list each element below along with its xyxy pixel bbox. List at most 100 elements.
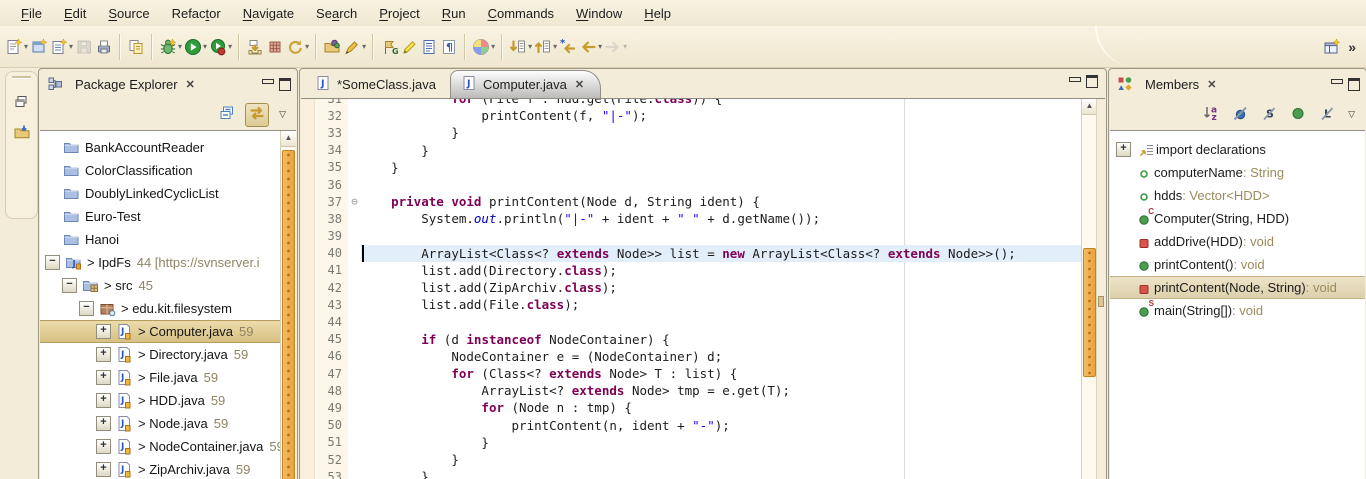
hide-fields-button[interactable] xyxy=(1229,104,1251,126)
tree-expander-icon[interactable]: − xyxy=(62,278,77,293)
new-window-button[interactable] xyxy=(29,36,49,58)
code-text[interactable]: 31 for (File f : hdd.get(File.class)) {3… xyxy=(301,98,1081,479)
tree-expander-icon[interactable]: + xyxy=(96,462,111,477)
dropdown-arrow-icon[interactable]: ▾ xyxy=(178,42,182,51)
search-button[interactable]: ▾ xyxy=(342,36,367,58)
member-computername[interactable]: computerName : String xyxy=(1110,161,1365,184)
tree-item-hanoi[interactable]: Hanoi xyxy=(40,228,281,251)
menu-search[interactable]: Search xyxy=(305,3,368,24)
menu-project[interactable]: Project xyxy=(368,3,430,24)
menu-run[interactable]: Run xyxy=(431,3,477,24)
scroll-up-arrow[interactable]: ▲ xyxy=(281,131,296,147)
synchronize-button[interactable] xyxy=(126,36,146,58)
new-wizard-button[interactable]: ▾ xyxy=(4,36,29,58)
close-icon[interactable]: ✕ xyxy=(1205,78,1218,91)
back-button[interactable]: ▾ xyxy=(578,36,603,58)
tree-item-hdd-java[interactable]: +J> HDD.java59 xyxy=(40,389,281,412)
members-list[interactable]: +import declarationscomputerName : Strin… xyxy=(1110,131,1365,479)
tab-package-explorer[interactable]: Package Explorer ✕ xyxy=(47,69,203,99)
member-computer-string-hdd[interactable]: CComputer(String, HDD) xyxy=(1110,207,1365,230)
tree-item-edu-kit-filesystem[interactable]: −> edu.kit.filesystem xyxy=(40,297,281,320)
member-hdds[interactable]: hdds : Vector<HDD> xyxy=(1110,184,1365,207)
hide-local-button[interactable]: L xyxy=(1316,104,1338,126)
dropdown-arrow-icon[interactable]: ▾ xyxy=(491,42,495,51)
member-adddrive-hdd[interactable]: addDrive(HDD) : void xyxy=(1110,230,1365,253)
menu-file[interactable]: File xyxy=(10,3,53,24)
dropdown-arrow-icon[interactable]: ▾ xyxy=(24,42,28,51)
view-menu-icon[interactable]: ▽ xyxy=(276,109,289,120)
tree-expander-icon[interactable]: − xyxy=(45,255,60,270)
refresh-button[interactable]: ▾ xyxy=(285,36,310,58)
menu-source[interactable]: Source xyxy=(97,3,160,24)
scrollbar-thumb[interactable] xyxy=(282,150,295,479)
menu-navigate[interactable]: Navigate xyxy=(232,3,305,24)
last-edit-button[interactable]: * xyxy=(558,36,578,58)
tree-item-bankaccountreader[interactable]: BankAccountReader xyxy=(40,136,281,159)
scroll-up-arrow[interactable]: ▲ xyxy=(1082,99,1097,115)
run-external-button[interactable]: ▾ xyxy=(208,36,233,58)
dropdown-arrow-icon[interactable]: ▾ xyxy=(228,42,232,51)
format-button[interactable] xyxy=(419,36,439,58)
next-annotation-button[interactable]: G xyxy=(379,36,399,58)
next-nav-button[interactable]: ▾ xyxy=(508,36,533,58)
print-button[interactable] xyxy=(94,36,114,58)
dropdown-arrow-icon[interactable]: ▾ xyxy=(305,42,309,51)
prev-nav-button[interactable]: ▾ xyxy=(533,36,558,58)
menu-help[interactable]: Help xyxy=(633,3,682,24)
tree-item-doublylinkedcycliclist[interactable]: DoublyLinkedCyclicList xyxy=(40,182,281,205)
tree-expander-icon[interactable]: − xyxy=(79,301,94,316)
dropdown-arrow-icon[interactable]: ▾ xyxy=(69,42,73,51)
minimize-icon[interactable] xyxy=(1069,77,1081,82)
fold-marker-collapse-icon[interactable]: ⊖ xyxy=(348,195,361,208)
member-printcontent-node-string[interactable]: printContent(Node, String) : void xyxy=(1110,276,1365,299)
menu-commands[interactable]: Commands xyxy=(477,3,565,24)
tree-item-file-java[interactable]: +J> File.java59 xyxy=(40,366,281,389)
tree-expander-icon[interactable]: + xyxy=(1116,142,1131,157)
dropdown-arrow-icon[interactable]: ▾ xyxy=(203,42,207,51)
new-menu-button[interactable]: ▾ xyxy=(49,36,74,58)
highlight-button[interactable] xyxy=(399,36,419,58)
color-button[interactable]: ▾ xyxy=(471,36,496,58)
fast-view-handle[interactable] xyxy=(12,76,31,79)
tree-item-colorclassification[interactable]: ColorClassification xyxy=(40,159,281,182)
dropdown-arrow-icon[interactable]: ▾ xyxy=(528,42,532,51)
tree-item-ziparchiv-java[interactable]: +J> ZipArchiv.java59 xyxy=(40,458,281,479)
dropdown-arrow-icon[interactable]: ▾ xyxy=(553,42,557,51)
tree-expander-icon[interactable]: + xyxy=(96,439,111,454)
tree-item-ipdfs[interactable]: −J> IpdFs44 [https://svnserver.i xyxy=(40,251,281,274)
minimize-icon[interactable] xyxy=(262,79,274,84)
editor-body[interactable]: 31 for (File f : hdd.get(File.class)) {3… xyxy=(301,98,1105,479)
import-button[interactable] xyxy=(245,36,265,58)
package-tree-scrollbar[interactable]: ▲ xyxy=(280,131,296,479)
menu-window[interactable]: Window xyxy=(565,3,633,24)
restore-views-button[interactable] xyxy=(11,89,33,118)
tree-item-euro-test[interactable]: Euro-Test xyxy=(40,205,281,228)
tree-item-src[interactable]: −> src45 xyxy=(40,274,281,297)
debug-button[interactable]: ▾ xyxy=(158,36,183,58)
junit-button[interactable] xyxy=(265,36,285,58)
editor-tab-someclass-java[interactable]: J*SomeClass.java xyxy=(305,71,450,98)
editor-tab-computer-java[interactable]: JComputer.java✕ xyxy=(450,70,601,98)
tree-item-computer-java[interactable]: +J> Computer.java59 xyxy=(40,320,281,343)
run-button[interactable]: ▾ xyxy=(183,36,208,58)
open-perspective-button[interactable] xyxy=(1322,36,1342,58)
collapse-all-button[interactable] xyxy=(216,104,238,126)
overview-ruler[interactable] xyxy=(1096,99,1105,479)
scrollbar-thumb[interactable] xyxy=(1083,248,1096,377)
member-import-declarations[interactable]: +import declarations xyxy=(1110,138,1365,161)
maximize-icon[interactable] xyxy=(1086,75,1098,88)
tree-item-nodecontainer-java[interactable]: +J> NodeContainer.java59 xyxy=(40,435,281,458)
toolbar-overflow-chevron[interactable]: » xyxy=(1342,39,1366,55)
tree-expander-icon[interactable]: + xyxy=(96,347,111,362)
maximize-icon[interactable] xyxy=(1348,78,1360,91)
dropdown-arrow-icon[interactable]: ▾ xyxy=(362,42,366,51)
paragraph-button[interactable]: ¶ xyxy=(439,36,459,58)
editor-scrollbar[interactable]: ▲ xyxy=(1081,99,1097,479)
dropdown-arrow-icon[interactable]: ▾ xyxy=(623,42,627,51)
maximize-icon[interactable] xyxy=(279,78,291,91)
member-main-string[interactable]: Smain(String[]) : void xyxy=(1110,299,1365,322)
hide-static-button[interactable]: S xyxy=(1258,104,1280,126)
menu-edit[interactable]: Edit xyxy=(53,3,97,24)
open-resource-button[interactable] xyxy=(322,36,342,58)
link-editor-button[interactable] xyxy=(245,103,269,127)
